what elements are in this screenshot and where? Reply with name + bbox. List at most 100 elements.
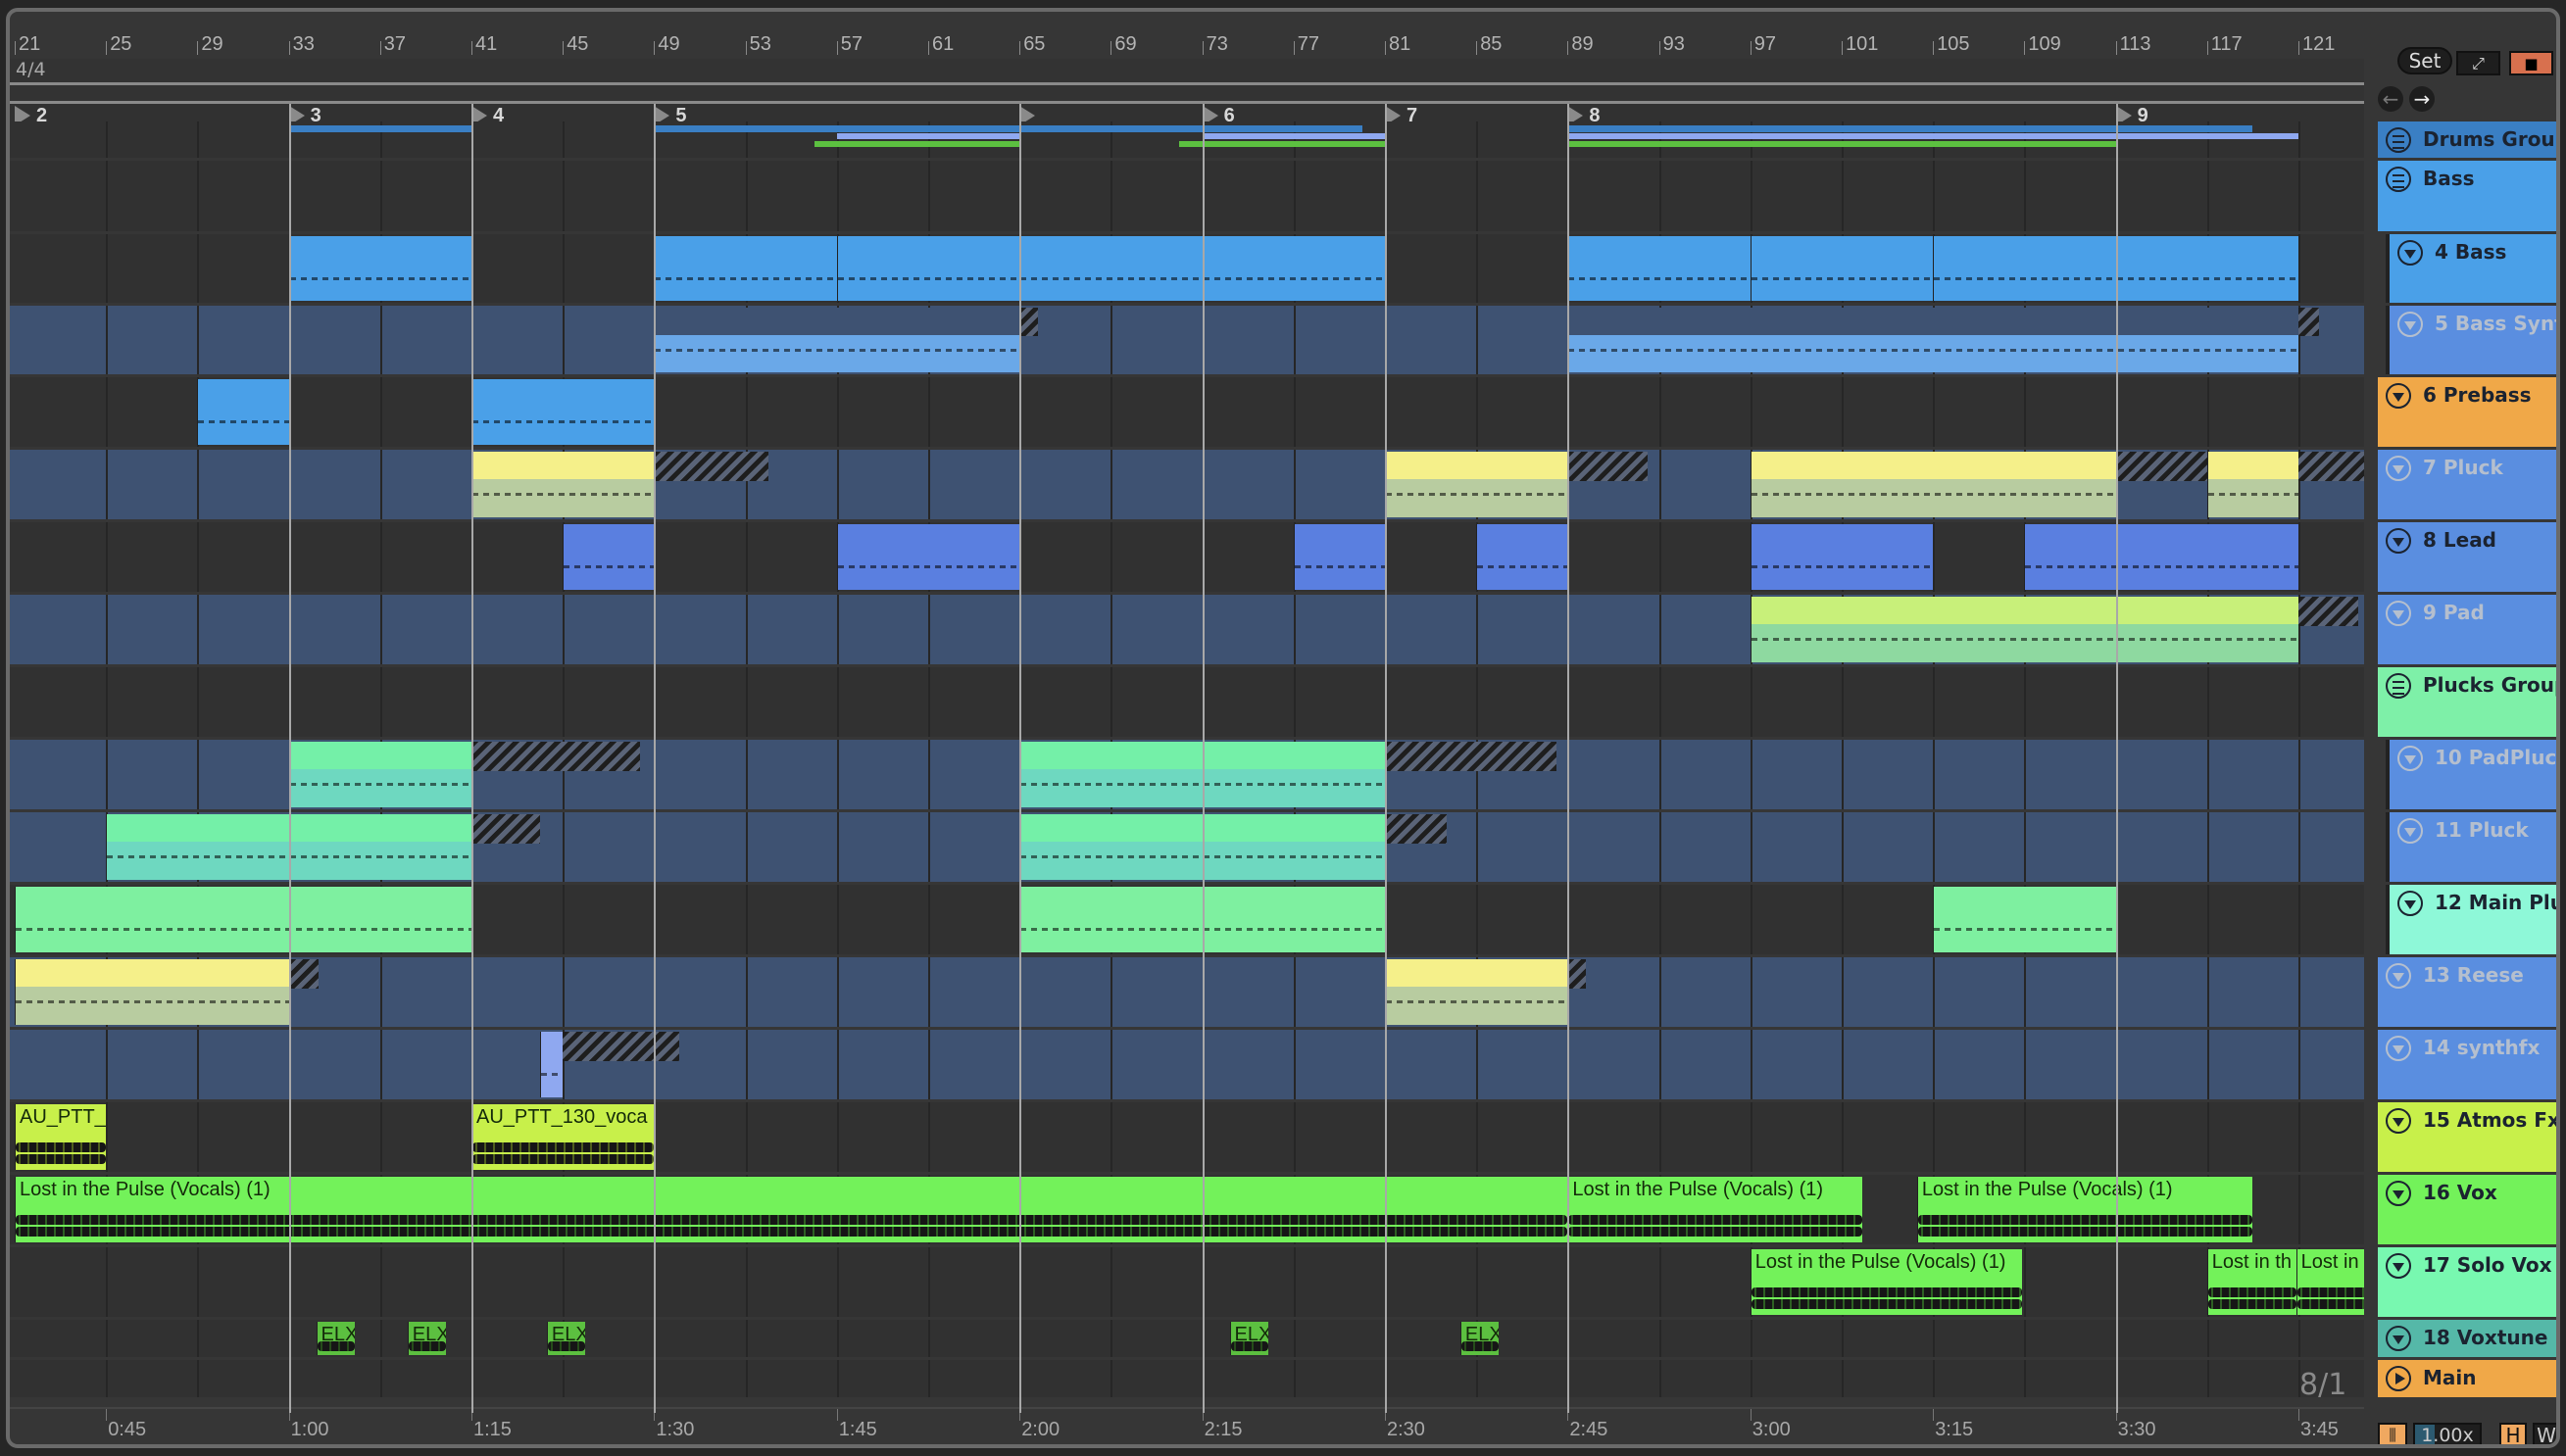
- play-icon[interactable]: [2386, 1366, 2411, 1391]
- track-lane[interactable]: Lost in the Pulse (Vocals) (1) Lost in th…: [10, 1175, 2364, 1244]
- midi-clip[interactable]: [471, 379, 655, 445]
- midi-clip[interactable]: [1933, 236, 2116, 301]
- bar-number[interactable]: 101: [1846, 33, 1878, 56]
- bar-number[interactable]: 77: [1298, 33, 1319, 56]
- fold-triangle-icon[interactable]: [2397, 746, 2423, 771]
- track-header-11-pluck[interactable]: 11 Pluck: [2386, 812, 2556, 882]
- midi-clip[interactable]: [288, 742, 471, 807]
- track-header-main[interactable]: Main: [2378, 1360, 2556, 1397]
- time-label[interactable]: 3:15: [1935, 1419, 1973, 1441]
- track-header-drums-group[interactable]: Drums Group: [2378, 121, 2556, 158]
- track-lane[interactable]: [10, 522, 2364, 592]
- midi-clip[interactable]: [1750, 452, 2116, 517]
- track-header-12-main-pluck[interactable]: 12 Main Pluck: [2386, 885, 2556, 954]
- set-locator-button[interactable]: Set: [2397, 47, 2452, 74]
- audio-clip[interactable]: Lost in the Pulse (Vocals) (1): [15, 1177, 1568, 1242]
- audio-clip[interactable]: AU_PTT_: [15, 1104, 107, 1170]
- audio-clip[interactable]: AU_PTT_130_voca: [471, 1104, 655, 1170]
- track-lane[interactable]: [10, 121, 2364, 158]
- midi-clip[interactable]: [1750, 236, 1934, 301]
- midi-clip[interactable]: [1019, 236, 1203, 301]
- bar-number[interactable]: 73: [1207, 33, 1228, 56]
- fold-triangle-icon[interactable]: [2386, 963, 2411, 989]
- track-lane[interactable]: AU_PTT_ AU_PTT_130_voca: [10, 1102, 2364, 1172]
- track-lane[interactable]: [10, 740, 2364, 809]
- midi-clip[interactable]: [15, 959, 289, 1025]
- next-locator-button[interactable]: →: [2409, 86, 2435, 112]
- time-label[interactable]: 1:00: [291, 1419, 329, 1441]
- track-lane[interactable]: [10, 595, 2364, 664]
- time-label[interactable]: 2:45: [1569, 1419, 1607, 1441]
- bar-number[interactable]: 97: [1754, 33, 1776, 56]
- track-lane[interactable]: [10, 885, 2364, 954]
- audio-clip[interactable]: ELX: [407, 1322, 447, 1355]
- audio-clip[interactable]: Lost in the Pulse (Vocals) (1): [1916, 1177, 2253, 1242]
- waveform-icon[interactable]: ⫼: [2378, 1423, 2407, 1444]
- bar-number[interactable]: 93: [1663, 33, 1685, 56]
- bar-number[interactable]: 49: [658, 33, 679, 56]
- bar-number[interactable]: 69: [1114, 33, 1136, 56]
- bar-number[interactable]: 41: [475, 33, 497, 56]
- bar-number[interactable]: 29: [201, 33, 222, 56]
- track-header-15-atmos-fx[interactable]: 15 Atmos Fx: [2378, 1102, 2556, 1172]
- bar-number[interactable]: 61: [932, 33, 954, 56]
- track-lane[interactable]: [10, 306, 2364, 374]
- audio-clip[interactable]: Lost in the Pulse (Vocals) (1): [1567, 1177, 1862, 1242]
- midi-clip[interactable]: [654, 308, 1020, 372]
- bar-number[interactable]: 85: [1480, 33, 1502, 56]
- zoom-field[interactable]: 1.00x: [2413, 1423, 2482, 1444]
- track-header-17-solo-vox[interactable]: 17 Solo Vox: [2378, 1247, 2556, 1317]
- time-label[interactable]: 3:45: [2300, 1419, 2339, 1441]
- track-header-8-lead[interactable]: 8 Lead: [2378, 522, 2556, 592]
- track-lane[interactable]: [10, 1030, 2364, 1099]
- fold-triangle-icon[interactable]: [2386, 456, 2411, 481]
- midi-clip[interactable]: [539, 1032, 564, 1097]
- audio-clip[interactable]: ELX: [1459, 1322, 1500, 1355]
- midi-clip[interactable]: [836, 524, 1020, 590]
- track-header-9-pad[interactable]: 9 Pad: [2378, 595, 2556, 664]
- time-label[interactable]: 1:15: [473, 1419, 512, 1441]
- time-label[interactable]: 2:00: [1021, 1419, 1060, 1441]
- track-lane[interactable]: [10, 957, 2364, 1027]
- track-lane[interactable]: [10, 161, 2364, 231]
- previous-locator-button[interactable]: ←: [2378, 86, 2403, 112]
- track-header-4-bass[interactable]: 4 Bass: [2386, 234, 2556, 303]
- group-fold-icon[interactable]: [2386, 127, 2411, 153]
- fold-triangle-icon[interactable]: [2386, 1036, 2411, 1061]
- time-label[interactable]: 2:30: [1387, 1419, 1425, 1441]
- midi-clip[interactable]: [1385, 959, 1568, 1025]
- midi-clip[interactable]: [563, 524, 655, 590]
- audio-clip[interactable]: ELX: [316, 1322, 356, 1355]
- midi-clip[interactable]: [836, 236, 1020, 301]
- audio-clip[interactable]: Lost in the Pulse (Vocals) (1): [1750, 1249, 2023, 1315]
- bar-number[interactable]: 89: [1571, 33, 1593, 56]
- audio-clip[interactable]: Lost in: [2295, 1249, 2364, 1315]
- midi-clip[interactable]: [1567, 236, 1751, 301]
- track-header-16-vox[interactable]: 16 Vox: [2378, 1175, 2556, 1244]
- midi-clip[interactable]: [2115, 236, 2298, 301]
- fold-triangle-icon[interactable]: [2397, 240, 2423, 266]
- midi-clip[interactable]: [1567, 308, 2298, 372]
- midi-clip[interactable]: [654, 236, 837, 301]
- midi-clip[interactable]: [1385, 452, 1568, 517]
- fold-triangle-icon[interactable]: [2397, 891, 2423, 916]
- track-lane[interactable]: Lost in the Pulse (Vocals) (1) Lost in th…: [10, 1247, 2364, 1317]
- bar-number[interactable]: 105: [1937, 33, 1969, 56]
- follow-icon[interactable]: ⤢: [2456, 51, 2500, 75]
- midi-clip[interactable]: [2206, 452, 2298, 517]
- track-header-14-synthfx[interactable]: 14 synthfx: [2378, 1030, 2556, 1099]
- time-label[interactable]: 3:00: [1752, 1419, 1791, 1441]
- bar-number[interactable]: 45: [567, 33, 588, 56]
- time-signature[interactable]: 4/4: [16, 59, 46, 80]
- track-header-18-voxtune[interactable]: 18 Voxtune: [2378, 1320, 2556, 1357]
- fold-triangle-icon[interactable]: [2386, 1326, 2411, 1351]
- time-label[interactable]: 1:30: [656, 1419, 694, 1441]
- height-toggle-button[interactable]: H: [2499, 1423, 2527, 1444]
- bar-number[interactable]: 109: [2028, 33, 2060, 56]
- midi-clip[interactable]: [1750, 597, 2298, 662]
- midi-clip[interactable]: [1293, 524, 1385, 590]
- track-header-7-pluck[interactable]: 7 Pluck: [2378, 450, 2556, 519]
- fold-triangle-icon[interactable]: [2397, 312, 2423, 337]
- time-label[interactable]: 2:15: [1205, 1419, 1243, 1441]
- midi-clip[interactable]: [2024, 524, 2298, 590]
